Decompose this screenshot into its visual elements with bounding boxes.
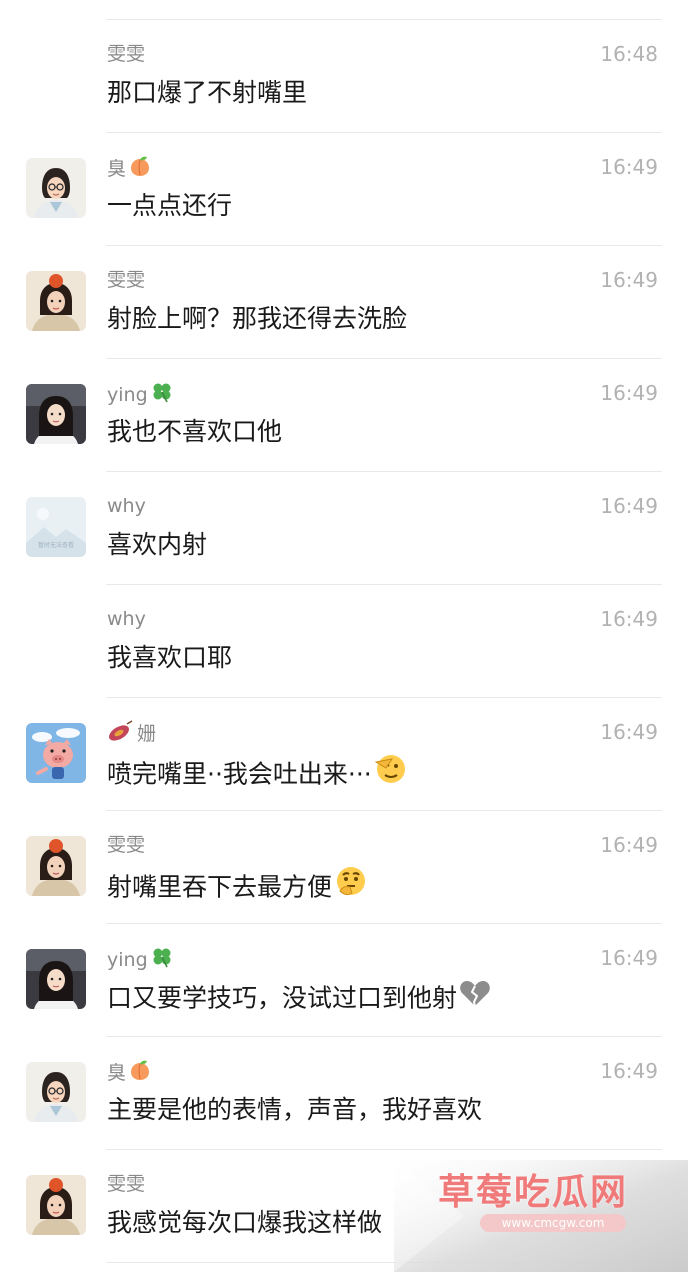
message-row[interactable]: 暂时无法查看 why 16:49 喜欢内射 bbox=[0, 472, 688, 585]
message-text-content: 射嘴里吞下去最方便 bbox=[107, 872, 333, 902]
sender-name-text: 雯雯 bbox=[107, 1173, 146, 1195]
avatar[interactable] bbox=[26, 384, 86, 444]
message-text: 喷完嘴里··我会吐出来··· bbox=[107, 754, 408, 789]
sender-name: ying bbox=[107, 945, 174, 971]
message-text-content: 主要是他的表情，声音，我好喜欢 bbox=[107, 1095, 483, 1124]
message-text: 我也不喜欢口他 bbox=[107, 415, 282, 449]
avatar[interactable]: 暂时无法查看 bbox=[26, 497, 86, 557]
message-text-content: 我感觉每次口爆我这样做 bbox=[107, 1208, 383, 1237]
watermark-url: www.cmcgw.com bbox=[480, 1214, 626, 1232]
message-text: 口又要学技巧，没试过口到他射 bbox=[107, 980, 491, 1014]
message-text-content: 一点点还行 bbox=[107, 191, 233, 220]
avatar[interactable] bbox=[26, 271, 86, 331]
sweet-potato-icon bbox=[107, 719, 135, 750]
message-row[interactable]: 雯雯 16:48 那口爆了不射嘴里 bbox=[0, 20, 688, 133]
message-text-content: 喷完嘴里··我会吐出来··· bbox=[107, 759, 372, 789]
sender-name: why bbox=[107, 493, 146, 519]
sender-name: ying bbox=[107, 380, 174, 406]
thinking-face-icon bbox=[334, 865, 368, 908]
sender-name-text: why bbox=[107, 608, 146, 630]
message-text: 喜欢内射 bbox=[107, 528, 207, 562]
avatar[interactable] bbox=[26, 723, 86, 783]
message-row[interactable]: ying 16:49 口又要学技巧，没试过口到他射 bbox=[0, 924, 688, 1037]
sender-name-text: ying bbox=[107, 384, 148, 406]
message-time: 16:49 bbox=[600, 833, 658, 857]
sender-name: 姗 bbox=[107, 719, 156, 745]
sender-name: 臭 bbox=[107, 154, 152, 180]
message-row[interactable]: 臭 16:49 一点点还行 bbox=[0, 133, 688, 246]
broken-heart-icon bbox=[459, 978, 491, 1017]
four-leaf-clover-icon bbox=[150, 380, 174, 411]
avatar[interactable] bbox=[26, 836, 86, 896]
message-time: 16:49 bbox=[600, 155, 658, 179]
sender-name-text: ying bbox=[107, 949, 148, 971]
message-row[interactable]: 臭 16:49 主要是他的表情，声音，我好喜欢 bbox=[0, 1037, 688, 1150]
message-time: 16:49 bbox=[600, 381, 658, 405]
avatar[interactable] bbox=[26, 1175, 86, 1235]
message-row[interactable]: why 16:49 我喜欢口耶 bbox=[0, 585, 688, 698]
sender-name-text: 臭 bbox=[107, 1062, 127, 1084]
message-time: 16:49 bbox=[600, 268, 658, 292]
placeholder-avatar-caption: 暂时无法查看 bbox=[38, 541, 74, 549]
sender-name: 臭 bbox=[107, 1058, 152, 1084]
sender-name: 雯雯 bbox=[107, 41, 145, 67]
message-time: 16:49 bbox=[600, 1059, 658, 1083]
message-time: 16:49 bbox=[600, 720, 658, 744]
peach-icon bbox=[128, 1058, 152, 1089]
message-text: 主要是他的表情，声音，我好喜欢 bbox=[107, 1093, 482, 1127]
sender-name: 雯雯 bbox=[107, 267, 145, 293]
message-text: 射嘴里吞下去最方便 bbox=[107, 867, 368, 902]
sender-name-text: 姗 bbox=[137, 723, 157, 745]
message-text-content: 我也不喜欢口他 bbox=[107, 417, 283, 446]
sender-name: 雯雯 bbox=[107, 832, 145, 858]
message-text: 一点点还行 bbox=[107, 189, 232, 223]
sender-name-text: why bbox=[107, 495, 146, 517]
message-row[interactable]: 雯雯 16:49 射脸上啊？那我还得去洗脸 bbox=[0, 246, 688, 359]
message-time: 16:48 bbox=[600, 42, 658, 66]
message-time: 16:49 bbox=[600, 946, 658, 970]
saluting-face-icon bbox=[374, 752, 408, 795]
message-text-content: 我喜欢口耶 bbox=[107, 643, 233, 672]
message-text: 我感觉每次口爆我这样做 bbox=[107, 1206, 382, 1240]
message-row[interactable]: 姗 16:49 喷完嘴里··我会吐出来··· bbox=[0, 698, 688, 811]
message-text-content: 射脸上啊？那我还得去洗脸 bbox=[107, 304, 408, 333]
watermark-site-name: 草莓吃瓜网 bbox=[438, 1172, 629, 1213]
message-row[interactable]: ying 16:49 我也不喜欢口他 bbox=[0, 359, 688, 472]
sender-name: 雯雯 bbox=[107, 1171, 145, 1197]
avatar[interactable] bbox=[26, 949, 86, 1009]
message-text-content: 口又要学技巧，没试过口到他射 bbox=[107, 983, 458, 1013]
avatar[interactable] bbox=[26, 1062, 86, 1122]
peach-icon bbox=[128, 154, 152, 185]
message-time: 16:49 bbox=[600, 494, 658, 518]
four-leaf-clover-icon bbox=[150, 945, 174, 976]
message-text: 射脸上啊？那我还得去洗脸 bbox=[107, 302, 407, 336]
sender-name-text: 臭 bbox=[107, 158, 127, 180]
message-text: 那口爆了不射嘴里 bbox=[107, 76, 307, 110]
sender-name-text: 雯雯 bbox=[107, 834, 146, 856]
sender-name-text: 雯雯 bbox=[107, 43, 146, 65]
message-row[interactable]: 雯雯 16:49 射嘴里吞下去最方便 bbox=[0, 811, 688, 924]
message-text: 我喜欢口耶 bbox=[107, 641, 232, 675]
message-text-content: 那口爆了不射嘴里 bbox=[107, 78, 308, 107]
avatar[interactable] bbox=[26, 158, 86, 218]
message-text-content: 喜欢内射 bbox=[107, 530, 208, 559]
chat-history-list: 雯雯 16:48 那口爆了不射嘴里臭 16:49 一点点还行 雯雯 16:49 射脸上啊？那我… bbox=[0, 0, 688, 1280]
sender-name: why bbox=[107, 606, 146, 632]
message-time: 16:49 bbox=[600, 607, 658, 631]
sender-name-text: 雯雯 bbox=[107, 269, 146, 291]
